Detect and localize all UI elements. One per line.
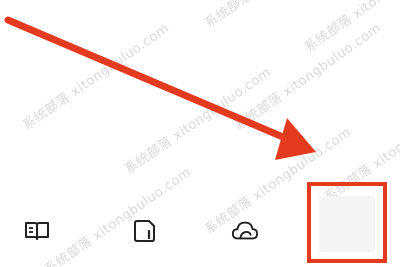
- book-icon: [25, 222, 49, 240]
- arrow-head: [275, 118, 316, 160]
- highlight-box: [307, 182, 387, 263]
- toolbar-book-button[interactable]: [23, 217, 51, 245]
- arrow-shaft: [4, 16, 294, 144]
- toolbar-cloud-button[interactable]: [231, 217, 259, 245]
- toolbar-page-button[interactable]: [131, 217, 159, 245]
- cloud-icon: [231, 221, 259, 240]
- screenshot-stage: 系统部落 xitongbuluo.com 系统部落 xitongbuluo.co…: [0, 0, 400, 267]
- page-icon: [134, 220, 155, 242]
